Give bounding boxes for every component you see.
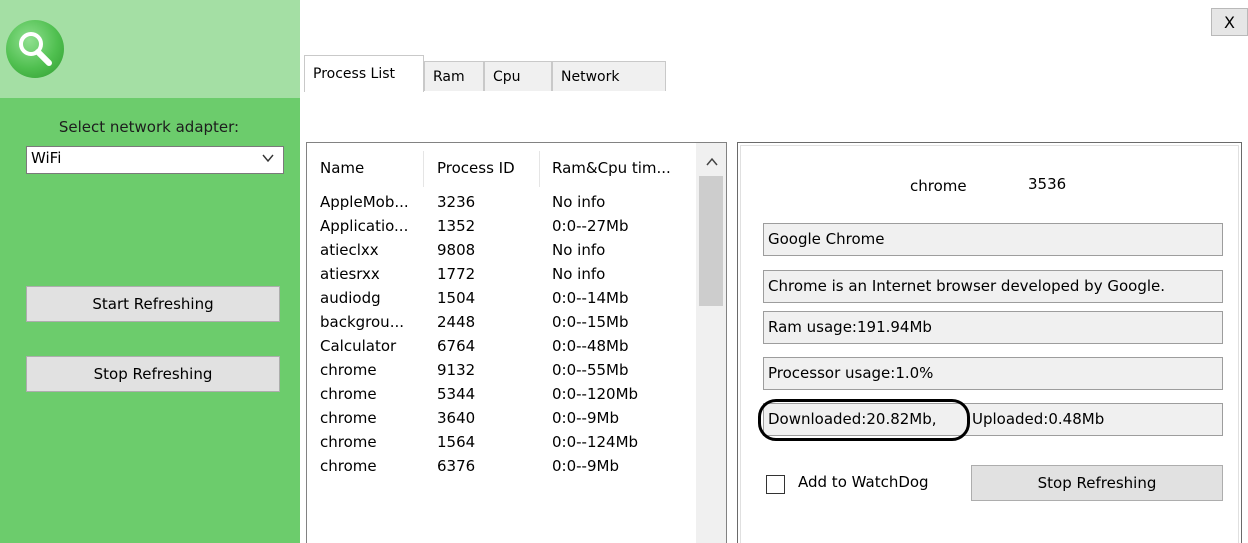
process-name: chrome [910, 177, 967, 195]
column-header-ram-cpu[interactable]: Ram&Cpu tim... [552, 159, 671, 177]
tab-cpu[interactable]: Cpu [484, 61, 552, 91]
cell-name: AppleMob... [320, 193, 409, 211]
adapter-label: Select network adapter: [58, 118, 240, 136]
watchdog-label: Add to WatchDog [798, 473, 929, 491]
cell-pid: 6376 [437, 457, 476, 475]
table-row[interactable]: audiodg 1504 0:0--14Mb [307, 287, 695, 311]
cell-name: chrome [320, 457, 377, 475]
cell-pid: 3236 [437, 193, 476, 211]
processor-usage-box: Processor usage:1.0% [763, 357, 1223, 390]
tab-process-list[interactable]: Process List [304, 55, 424, 92]
vertical-scrollbar[interactable] [696, 143, 726, 543]
cell-ram-cpu: 0:0--9Mb [552, 409, 619, 427]
adapter-selected-value: WiFi [31, 149, 62, 167]
cell-pid: 1504 [437, 289, 476, 307]
table-row[interactable]: chrome 6376 0:0--9Mb [307, 455, 695, 479]
cell-pid: 1352 [437, 217, 476, 235]
cell-ram-cpu: 0:0--55Mb [552, 361, 629, 379]
sidebar-header [0, 0, 300, 98]
highlight-annotation [758, 399, 970, 441]
table-row[interactable]: Applicatio... 1352 0:0--27Mb [307, 215, 695, 239]
cell-name: Calculator [320, 337, 397, 355]
table-row[interactable]: chrome 3640 0:0--9Mb [307, 407, 695, 431]
table-row[interactable]: atiesrxx 1772 No info [307, 263, 695, 287]
table-row[interactable]: chrome 5344 0:0--120Mb [307, 383, 695, 407]
table-row[interactable]: chrome 1564 0:0--124Mb [307, 431, 695, 455]
tab-ram[interactable]: Ram [424, 61, 484, 91]
column-divider [539, 151, 540, 187]
scrollbar-thumb[interactable] [699, 176, 723, 306]
column-header-name[interactable]: Name [320, 159, 364, 177]
tab-network[interactable]: Network [552, 61, 666, 91]
watchdog-checkbox[interactable] [766, 475, 785, 494]
table-row[interactable]: atieclxx 9808 No info [307, 239, 695, 263]
cell-name: chrome [320, 385, 377, 403]
stop-refreshing-button[interactable]: Stop Refreshing [971, 465, 1223, 501]
cell-ram-cpu: No info [552, 193, 606, 211]
process-details-panel: chrome 3536 Google Chrome Chrome is an I… [737, 142, 1242, 543]
cell-name: atieclxx [320, 241, 379, 259]
process-title-box: Google Chrome [763, 223, 1223, 256]
chevron-down-icon [262, 154, 274, 163]
table-row[interactable]: AppleMob... 3236 No info [307, 191, 695, 215]
cell-name: chrome [320, 409, 377, 427]
search-icon [6, 20, 64, 78]
process-list[interactable]: Name Process ID Ram&Cpu tim... AppleMob.… [306, 142, 727, 543]
cell-ram-cpu: 0:0--124Mb [552, 433, 639, 451]
cell-ram-cpu: No info [552, 241, 606, 259]
start-refreshing-button[interactable]: Start Refreshing [26, 286, 280, 322]
process-description-box: Chrome is an Internet browser developed … [763, 270, 1223, 303]
column-divider [423, 151, 424, 187]
cell-pid: 5344 [437, 385, 476, 403]
cell-pid: 9132 [437, 361, 476, 379]
uploaded-value: Uploaded:0.48Mb [972, 410, 1105, 428]
list-header: Name Process ID Ram&Cpu tim... [307, 143, 695, 187]
list-rows: AppleMob... 3236 No info Applicatio... 1352… [307, 191, 695, 479]
ram-usage-box: Ram usage:191.94Mb [763, 311, 1223, 344]
cell-ram-cpu: 0:0--14Mb [552, 289, 629, 307]
cell-pid: 9808 [437, 241, 476, 259]
cell-ram-cpu: No info [552, 265, 606, 283]
cell-name: Applicatio... [320, 217, 409, 235]
adapter-select[interactable]: WiFi [26, 146, 284, 174]
cell-name: audiodg [320, 289, 381, 307]
column-header-pid[interactable]: Process ID [437, 159, 515, 177]
cell-pid: 2448 [437, 313, 476, 331]
cell-name: chrome [320, 433, 377, 451]
cell-name: atiesrxx [320, 265, 380, 283]
close-button[interactable]: X [1211, 8, 1248, 36]
cell-ram-cpu: 0:0--48Mb [552, 337, 629, 355]
table-row[interactable]: backgrou... 2448 0:0--15Mb [307, 311, 695, 335]
sidebar: Select network adapter: WiFi Start Refre… [0, 0, 300, 543]
table-row[interactable]: Calculator 6764 0:0--48Mb [307, 335, 695, 359]
process-id: 3536 [1028, 175, 1067, 193]
cell-ram-cpu: 0:0--120Mb [552, 385, 639, 403]
cell-name: chrome [320, 361, 377, 379]
cell-ram-cpu: 0:0--9Mb [552, 457, 619, 475]
table-row[interactable]: chrome 9132 0:0--55Mb [307, 359, 695, 383]
cell-pid: 1772 [437, 265, 476, 283]
chevron-up-icon[interactable] [696, 151, 726, 173]
cell-name: backgrou... [320, 313, 404, 331]
cell-ram-cpu: 0:0--15Mb [552, 313, 629, 331]
cell-pid: 1564 [437, 433, 476, 451]
cell-pid: 6764 [437, 337, 476, 355]
cell-pid: 3640 [437, 409, 476, 427]
cell-ram-cpu: 0:0--27Mb [552, 217, 629, 235]
stop-refreshing-button[interactable]: Stop Refreshing [26, 356, 280, 392]
